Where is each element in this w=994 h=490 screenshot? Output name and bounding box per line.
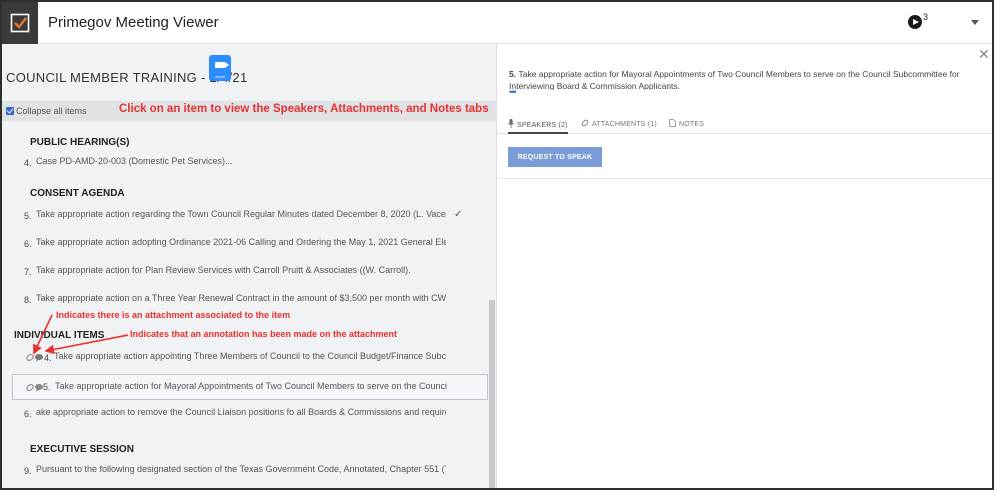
agenda-pane: COUNCIL MEMBER TRAINING - 2/4/21 zoom Co…: [2, 44, 497, 488]
agenda-item-individual-4[interactable]: 4. Take appropriate action appointing Th…: [24, 348, 494, 366]
item-text: Take appropriate action on a Three Year …: [36, 293, 446, 303]
agenda-item-individual-5-selected[interactable]: 5. Take appropriate action for Mayoral A…: [12, 374, 488, 400]
tab-speakers-label: SPEAKERS (2): [517, 122, 568, 129]
agenda-item-public-4[interactable]: 4. Case PD-AMD-20-003 (Domestic Pet Serv…: [24, 153, 494, 171]
detail-item-text: 5. Take appropriate action for Mayoral A…: [509, 68, 974, 90]
tab-notes-label: NOTES: [679, 121, 705, 128]
attachment-annotation-icons: [26, 353, 44, 364]
attachment-annotation: Indicates there is an attachment associa…: [56, 310, 291, 320]
top-bar: Primegov Meeting Viewer 3: [2, 2, 992, 44]
agenda-item-consent-7[interactable]: 7. Take appropriate action for Plan Revi…: [24, 262, 494, 280]
paperclip-icon: [581, 119, 589, 127]
zoom-icon[interactable]: zoom: [209, 55, 231, 81]
annotation-annotation: Indicates that an annotation has been ma…: [130, 329, 398, 339]
instruction-annotation: Click on an item to view the Speakers, A…: [119, 103, 489, 115]
agenda-item-individual-6[interactable]: 6. ake appropriate action to remove the …: [24, 404, 494, 422]
section-public-hearings: PUBLIC HEARING(S): [30, 137, 130, 148]
tab-speakers[interactable]: SPEAKERS (2): [508, 119, 568, 134]
section-individual-items: INDIVIDUAL ITEMS: [14, 330, 105, 341]
item-number: 5.: [43, 382, 51, 392]
item-number: 9.: [24, 466, 32, 476]
item-number: 4.: [44, 353, 52, 363]
section-consent-agenda: CONSENT AGENDA: [30, 188, 125, 199]
speech-bubble-icon: [35, 354, 43, 362]
attachment-annotation-icons: [26, 383, 44, 394]
play-count: 3: [923, 12, 929, 22]
paperclip-icon: [26, 353, 34, 362]
item-number: 6.: [24, 409, 32, 419]
item-text: Take appropriate action for Plan Review …: [36, 265, 411, 275]
detail-pane: ✕ 5. Take appropriate action for Mayoral…: [498, 44, 992, 488]
checkmark-icon: ✓: [454, 209, 463, 220]
section-executive-session: EXECUTIVE SESSION: [30, 444, 134, 455]
play-control[interactable]: 3: [908, 12, 938, 32]
collapse-all-checkbox[interactable]: [6, 107, 14, 115]
request-to-speak-button[interactable]: REQUEST TO SPEAK: [508, 147, 602, 167]
agenda-item-consent-6[interactable]: 6. Take appropriate action adopting Ordi…: [24, 234, 494, 252]
agenda-item-consent-5[interactable]: 5. Take appropriate action regarding the…: [24, 206, 494, 224]
item-text: ake appropriate action to remove the Cou…: [36, 407, 446, 417]
tab-attachments[interactable]: ATTACHMENTS (1): [581, 119, 657, 128]
item-text: Take appropriate action adopting Ordinan…: [36, 237, 446, 247]
item-number: 4.: [24, 158, 32, 168]
microphone-icon: [508, 119, 514, 128]
tab-notes[interactable]: NOTES: [669, 119, 704, 128]
agenda-item-executive-9[interactable]: 9. Pursuant to the following designated …: [24, 461, 494, 479]
item-number: 5.: [24, 211, 32, 221]
detail-item-description: Take appropriate action for Mayoral Appo…: [509, 69, 960, 90]
item-text: Take appropriate action appointing Three…: [54, 351, 446, 361]
item-number: 8.: [24, 295, 32, 305]
detail-item-number: 5.: [509, 69, 517, 79]
item-text: Take appropriate action regarding the To…: [36, 209, 446, 219]
dropdown-caret-icon[interactable]: [971, 20, 979, 25]
agenda-item-consent-8[interactable]: 8. Take appropriate action on a Three Ye…: [24, 290, 494, 308]
item-number: 7.: [24, 267, 32, 277]
divider: [498, 178, 992, 179]
play-icon: [908, 15, 922, 29]
zoom-label: zoom: [215, 74, 225, 79]
item-text: Take appropriate action for Mayoral Appo…: [55, 381, 447, 391]
checkbox-logo-icon: [10, 13, 30, 33]
app-frame: Primegov Meeting Viewer 3 COUNCIL MEMBER…: [0, 0, 994, 490]
app-logo[interactable]: [2, 2, 38, 44]
note-icon: [669, 119, 676, 127]
collapse-all-label: Collapse all items: [16, 106, 87, 116]
more-dots-icon[interactable]: •••: [509, 87, 517, 97]
detail-tabs: SPEAKERS (2) ATTACHMENTS (1) NOTES: [498, 116, 992, 134]
item-text: Case PD-AMD-20-003 (Domestic Pet Service…: [36, 156, 233, 166]
item-number: 6.: [24, 239, 32, 249]
item-text: Pursuant to the following designated sec…: [36, 464, 446, 474]
video-camera-icon: [215, 62, 229, 68]
close-icon[interactable]: ✕: [978, 46, 990, 63]
tab-attachments-label: ATTACHMENTS (1): [592, 121, 657, 128]
app-title: Primegov Meeting Viewer: [48, 14, 219, 31]
speech-bubble-icon: [35, 384, 43, 392]
scrollbar[interactable]: [489, 300, 495, 488]
paperclip-icon: [26, 383, 34, 392]
